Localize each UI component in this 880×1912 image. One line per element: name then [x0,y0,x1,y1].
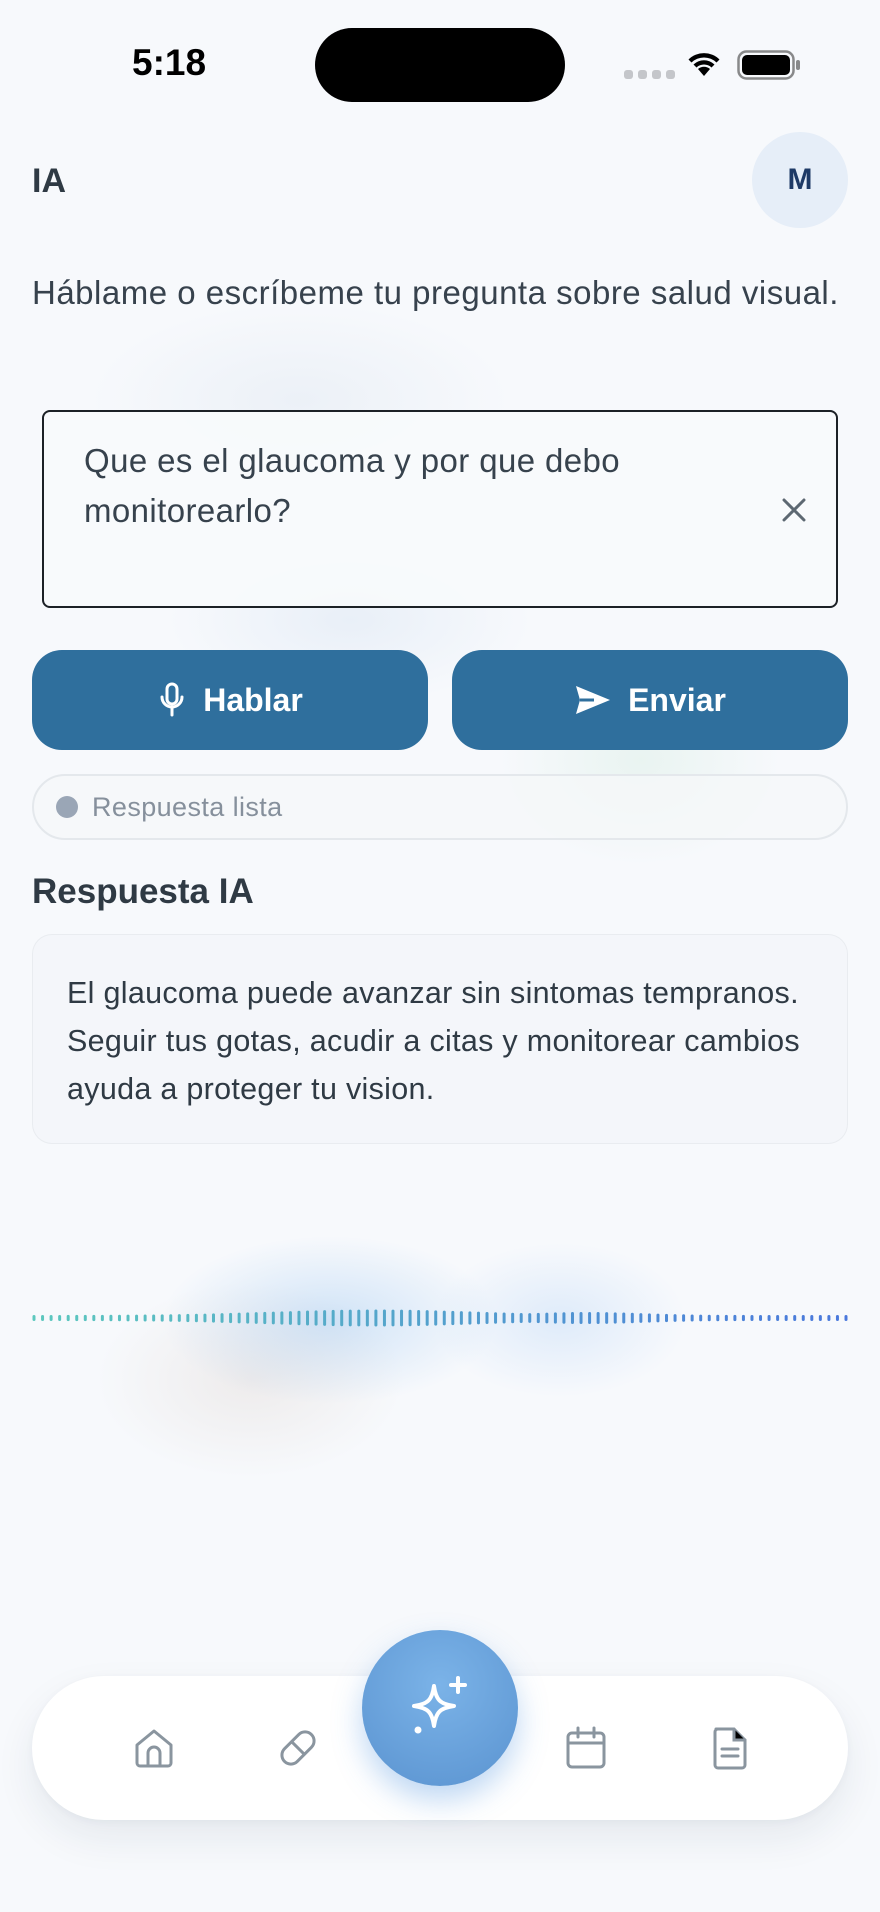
instruction-text: Háblame o escríbeme tu pregunta sobre sa… [32,274,839,311]
status-dot [56,796,78,818]
question-input[interactable]: Que es el glaucoma y por que debo monito… [42,410,838,608]
voice-waveform [32,1309,848,1327]
cellular-signal-icon [624,70,675,79]
nav-ai-assistant[interactable] [362,1630,518,1786]
status-bar: 5:18 [0,0,880,110]
answer-text: El glaucoma puede avanzar sin sintomas t… [67,976,800,1106]
sparkles-icon [412,1676,467,1734]
avatar[interactable]: M [752,132,848,228]
status-badge: Respuesta lista [32,774,848,840]
speak-button[interactable]: Hablar [32,650,428,750]
calendar-icon [566,1726,606,1769]
speak-button-label: Hablar [203,681,303,718]
page-title: IA [32,162,66,200]
dynamic-island [315,28,565,102]
wifi-icon [688,53,720,76]
battery-icon [737,50,800,80]
nav-medications[interactable] [272,1722,324,1774]
send-button[interactable]: Enviar [452,650,848,750]
answer-title: Respuesta IA [32,872,254,911]
status-time: 5:18 [132,42,207,83]
send-icon [576,686,611,714]
clear-icon[interactable] [774,490,814,530]
question-input-value[interactable]: Que es el glaucoma y por que debo monito… [84,436,724,536]
nav-documents[interactable] [704,1722,756,1774]
pill-icon [280,1730,316,1766]
answer-card: El glaucoma puede avanzar sin sintomas t… [32,934,848,1144]
status-text: Respuesta lista [92,791,283,822]
document-icon [713,1727,747,1770]
nav-calendar[interactable] [560,1722,612,1774]
microphone-icon [160,682,184,717]
send-button-label: Enviar [628,681,726,718]
nav-home[interactable] [128,1722,180,1774]
home-icon [135,1729,173,1768]
